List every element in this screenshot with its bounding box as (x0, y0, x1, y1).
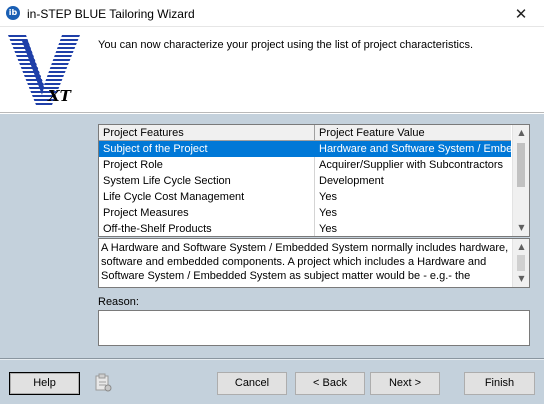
finish-button[interactable]: Finish (464, 372, 535, 395)
table-scrollbar[interactable]: ▲ ▼ (512, 125, 529, 236)
table-row[interactable]: Life Cycle Cost Management Yes (99, 189, 511, 205)
footer-divider (0, 358, 544, 360)
feature-cell: Off-the-Shelf Products (99, 221, 315, 236)
description-scrollbar[interactable]: ▲ ▼ (512, 239, 529, 287)
value-cell[interactable]: Development (315, 173, 511, 189)
scroll-down-icon[interactable]: ▼ (513, 220, 529, 236)
feature-cell: Life Cycle Cost Management (99, 189, 315, 205)
app-icon: ib (6, 6, 20, 20)
window-title: in-STEP BLUE Tailoring Wizard (27, 7, 195, 21)
cancel-button[interactable]: Cancel (217, 372, 287, 395)
value-cell[interactable]: Acquirer/Supplier with Subcontractors (315, 157, 511, 173)
feature-cell: System Life Cycle Section (99, 173, 315, 189)
back-button[interactable]: < Back (295, 372, 365, 395)
title-bar: ib in-STEP BLUE Tailoring Wizard ✕ (0, 0, 544, 27)
feature-cell: Project Role (99, 157, 315, 173)
table-row[interactable]: Off-the-Shelf Products Yes (99, 221, 511, 236)
help-button[interactable]: Help (9, 372, 80, 395)
feature-cell: Project Measures (99, 205, 315, 221)
table-row[interactable]: Subject of the Project Hardware and Soft… (99, 141, 511, 157)
table-row[interactable]: Project Role Acquirer/Supplier with Subc… (99, 157, 511, 173)
table-row[interactable]: Project Measures Yes (99, 205, 511, 221)
reason-input[interactable] (98, 310, 530, 346)
column-header-features[interactable]: Project Features (99, 125, 315, 141)
scroll-thumb[interactable] (517, 143, 525, 187)
next-button[interactable]: Next > (370, 372, 440, 395)
value-cell[interactable]: Yes (315, 189, 511, 205)
logo-subtext: XT (47, 87, 73, 105)
close-button[interactable]: ✕ (498, 0, 544, 27)
column-header-value[interactable]: Project Feature Value (315, 125, 511, 141)
table-body: Subject of the Project Hardware and Soft… (99, 141, 511, 236)
description-box[interactable]: A Hardware and Software System / Embedde… (98, 238, 530, 288)
value-cell[interactable]: Hardware and Software System / Embedded (315, 141, 511, 157)
table-header: Project Features Project Feature Value (99, 125, 511, 141)
wizard-header: XT You can now characterize your project… (0, 27, 544, 113)
scroll-thumb[interactable] (517, 255, 525, 271)
value-cell[interactable]: Yes (315, 221, 511, 236)
instruction-text: You can now characterize your project us… (98, 39, 473, 51)
value-cell[interactable]: Yes (315, 205, 511, 221)
reason-label: Reason: (98, 296, 139, 308)
scroll-down-icon[interactable]: ▼ (513, 271, 529, 287)
scroll-up-icon[interactable]: ▲ (513, 239, 529, 255)
vxt-logo: XT (8, 35, 80, 105)
clipboard-icon[interactable] (92, 373, 114, 393)
feature-cell: Subject of the Project (99, 141, 315, 157)
table-row[interactable]: System Life Cycle Section Development (99, 173, 511, 189)
project-features-table[interactable]: Project Features Project Feature Value S… (98, 124, 530, 237)
description-text: A Hardware and Software System / Embedde… (101, 242, 509, 282)
scroll-up-icon[interactable]: ▲ (513, 125, 529, 141)
